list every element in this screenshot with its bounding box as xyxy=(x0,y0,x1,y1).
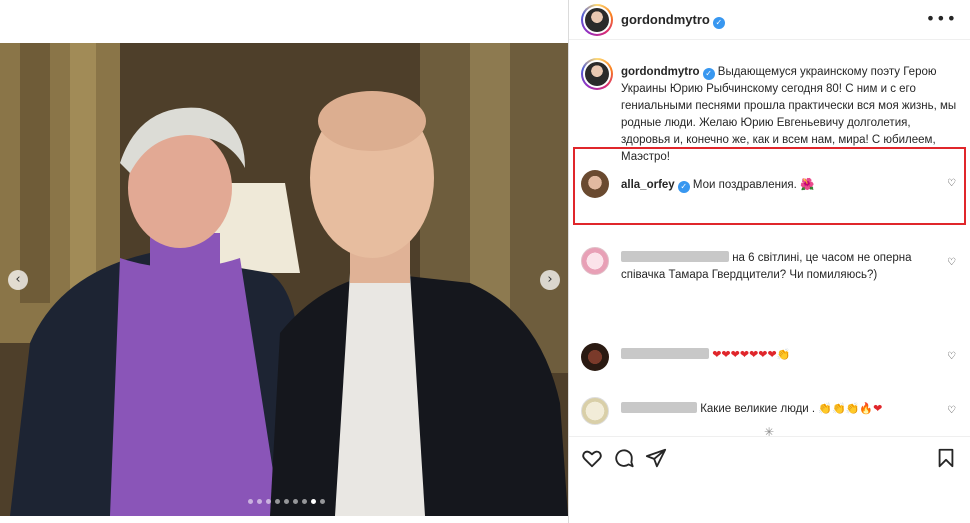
hearts-emoji: ❤❤❤❤❤❤❤👏 xyxy=(712,348,791,361)
photo-illustration xyxy=(0,43,568,516)
author-username-header[interactable]: gordondmytro ✓ xyxy=(621,12,725,29)
comment-text: на 6 світлині, це часом не оперна співач… xyxy=(621,250,939,284)
carousel-dot xyxy=(275,499,280,504)
comment-like-heart-icon[interactable]: ♡ xyxy=(947,352,957,362)
comment-text: alla_orfey ✓ Мои поздравления. 🌺 xyxy=(621,176,939,194)
commenter-name[interactable]: alla_orfey xyxy=(621,179,675,191)
flower-emoji: 🌺 xyxy=(800,177,815,191)
chevron-left-icon: ‹ xyxy=(15,272,21,287)
carousel-dot xyxy=(257,499,262,504)
post-side-panel: gordondmytro ✓ ••• gordondmytro ✓ Выдающем… xyxy=(568,0,970,523)
carousel-indicator xyxy=(248,499,325,504)
commenter-avatar[interactable] xyxy=(581,343,609,371)
blurred-username xyxy=(621,251,729,262)
send-icon[interactable] xyxy=(645,447,667,469)
chevron-right-icon: › xyxy=(547,272,553,287)
verified-badge-icon: ✓ xyxy=(677,181,690,193)
carousel-next-button[interactable]: › xyxy=(540,270,560,290)
carousel-dot xyxy=(284,499,289,504)
carousel-dot xyxy=(293,499,298,504)
post-header: gordondmytro ✓ ••• xyxy=(569,0,970,40)
clap-emoji: 👏👏👏🔥❤ xyxy=(818,402,883,415)
caption-author-name[interactable]: gordondmytro xyxy=(621,66,700,78)
carousel-dot xyxy=(311,499,316,504)
commenter-avatar[interactable] xyxy=(581,397,609,425)
commenter-avatar[interactable] xyxy=(581,170,609,198)
comment-like-heart-icon[interactable]: ♡ xyxy=(947,406,957,416)
media-panel: ‹ › xyxy=(0,0,568,523)
comment-text: ❤❤❤❤❤❤❤👏 xyxy=(621,346,939,364)
carousel-dot xyxy=(266,499,271,504)
carousel-dot xyxy=(248,499,253,504)
author-avatar[interactable] xyxy=(581,4,613,36)
comment-like-heart-icon[interactable]: ♡ xyxy=(947,179,957,189)
blurred-username xyxy=(621,402,697,413)
carousel-dot xyxy=(320,499,325,504)
post-photo[interactable] xyxy=(0,43,568,516)
post-action-bar xyxy=(569,436,970,480)
comment-icon[interactable] xyxy=(613,447,635,469)
comment-body: Мои поздравления. xyxy=(692,179,797,191)
more-options-icon[interactable]: ••• xyxy=(926,9,957,28)
author-name[interactable]: gordondmytro xyxy=(621,12,710,27)
verified-badge-icon: ✓ xyxy=(712,17,725,29)
carousel-dot xyxy=(302,499,307,504)
carousel-prev-button[interactable]: ‹ xyxy=(8,270,28,290)
comment-like-heart-icon[interactable]: ♡ xyxy=(947,258,957,268)
comment-text: Какие великие люди . 👏👏👏🔥❤ xyxy=(621,400,939,418)
blurred-username xyxy=(621,348,709,359)
commenter-avatar[interactable] xyxy=(581,247,609,275)
caption-author-avatar[interactable] xyxy=(581,58,613,90)
verified-badge-icon: ✓ xyxy=(702,68,715,80)
bookmark-icon[interactable] xyxy=(935,447,957,469)
heart-icon[interactable] xyxy=(581,447,603,469)
comment-body: Какие великие люди . xyxy=(700,403,816,415)
